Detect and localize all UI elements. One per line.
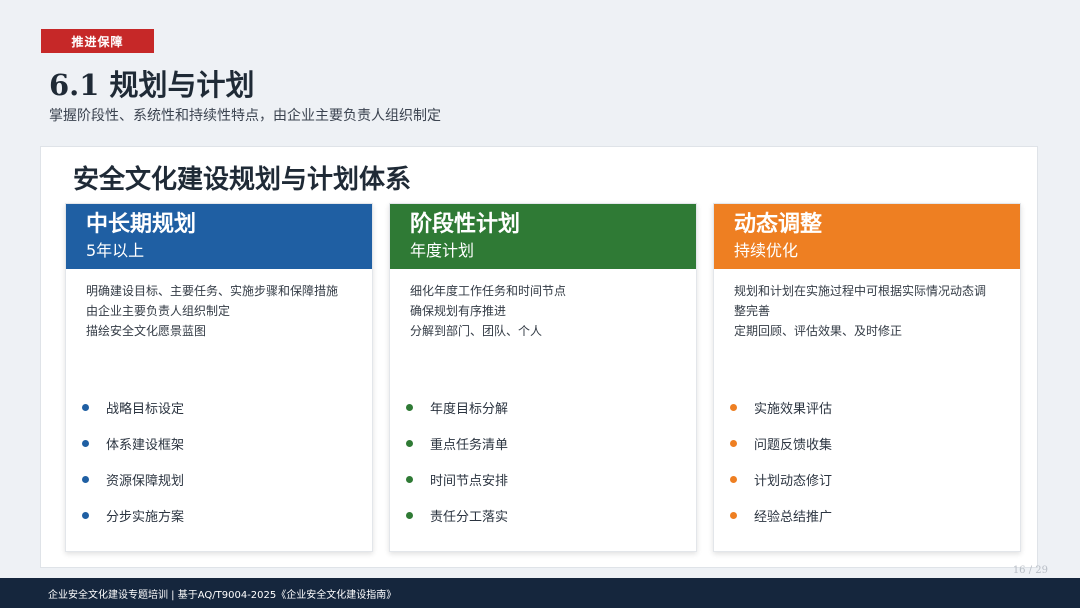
list-item: 重点任务清单 (406, 425, 508, 461)
card-title: 阶段性计划 (410, 211, 521, 237)
bullet-dot-icon (406, 403, 413, 411)
list-item-label: 经验总结推广 (754, 509, 833, 525)
bullet-list: 实施效果评估 问题反馈收集 计划动态修订 经验总结推广 (730, 389, 832, 533)
bullet-dot-icon (82, 403, 89, 411)
list-item: 体系建设框架 (82, 425, 184, 461)
bullet-dot-icon (730, 475, 737, 483)
list-item: 资源保障规划 (82, 461, 184, 497)
card-header: 阶段性计划 年度计划 (390, 204, 696, 269)
bullet-dot-icon (82, 475, 89, 483)
card-dynamic-adjustment: 动态调整 持续优化 规划和计划在实施过程中可根据实际情况动态调 整完善 定期回顾… (713, 203, 1021, 552)
bullet-dot-icon (730, 403, 737, 411)
desc-line: 确保规划有序推进 (410, 304, 507, 318)
card-phase-plan: 阶段性计划 年度计划 细化年度工作任务和时间节点 确保规划有序推进 分解到部门、… (389, 203, 697, 552)
list-item: 分步实施方案 (82, 497, 184, 533)
bullet-list: 战略目标设定 体系建设框架 资源保障规划 分步实施方案 (82, 389, 184, 533)
list-item: 责任分工落实 (406, 497, 508, 533)
desc-line: 由企业主要负责人组织制定 (86, 304, 231, 318)
list-item-label: 计划动态修订 (754, 473, 833, 489)
footer-text: 企业安全文化建设专题培训 | 基于AQ/T9004-2025《企业安全文化建设指… (48, 589, 397, 601)
page-subtitle: 掌握阶段性、系统性和持续性特点，由企业主要负责人组织制定 (49, 108, 441, 124)
list-item: 战略目标设定 (82, 389, 184, 425)
list-item-label: 年度目标分解 (430, 401, 509, 417)
desc-line: 细化年度工作任务和时间节点 (410, 284, 567, 298)
card-title: 动态调整 (734, 211, 823, 237)
card-header: 动态调整 持续优化 (714, 204, 1020, 269)
desc-line: 规划和计划在实施过程中可根据实际情况动态调 (734, 284, 987, 298)
list-item-label: 问题反馈收集 (754, 437, 833, 453)
bullet-list: 年度目标分解 重点任务清单 时间节点安排 责任分工落实 (406, 389, 508, 533)
bullet-dot-icon (406, 475, 413, 483)
desc-line: 分解到部门、团队、个人 (410, 324, 543, 338)
card-title: 中长期规划 (86, 211, 197, 237)
bullet-dot-icon (82, 439, 89, 447)
desc-line: 描绘安全文化愿景蓝图 (86, 324, 207, 338)
page-title: 6.1 规划与计划 (49, 68, 255, 102)
card-long-term-plan: 中长期规划 5年以上 明确建设目标、主要任务、实施步骤和保障措施 由企业主要负责… (65, 203, 373, 552)
list-item-label: 体系建设框架 (106, 437, 185, 453)
desc-line: 整完善 (734, 304, 771, 318)
card-description: 明确建设目标、主要任务、实施步骤和保障措施 由企业主要负责人组织制定 描绘安全文… (66, 269, 372, 341)
desc-line: 定期回顾、评估效果、及时修正 (734, 324, 903, 338)
card-subtitle: 年度计划 (410, 241, 475, 260)
card-header: 中长期规划 5年以上 (66, 204, 372, 269)
list-item: 计划动态修订 (730, 461, 832, 497)
bullet-dot-icon (82, 511, 89, 519)
section-tag: 推进保障 (41, 29, 154, 53)
panel-title: 安全文化建设规划与计划体系 (73, 165, 412, 195)
list-item-label: 实施效果评估 (754, 401, 833, 417)
list-item: 时间节点安排 (406, 461, 508, 497)
card-description: 规划和计划在实施过程中可根据实际情况动态调 整完善 定期回顾、评估效果、及时修正 (714, 269, 1020, 341)
content-panel: 安全文化建设规划与计划体系 中长期规划 5年以上 明确建设目标、主要任务、实施步… (40, 146, 1038, 568)
bullet-dot-icon (730, 511, 737, 519)
list-item: 问题反馈收集 (730, 425, 832, 461)
card-subtitle: 持续优化 (734, 241, 799, 260)
list-item: 实施效果评估 (730, 389, 832, 425)
list-item: 年度目标分解 (406, 389, 508, 425)
bullet-dot-icon (406, 439, 413, 447)
list-item-label: 资源保障规划 (106, 473, 185, 489)
bullet-dot-icon (406, 511, 413, 519)
bullet-dot-icon (730, 439, 737, 447)
list-item-label: 责任分工落实 (430, 509, 509, 525)
footer-bar: 企业安全文化建设专题培训 | 基于AQ/T9004-2025《企业安全文化建设指… (0, 578, 1080, 608)
page-number: 16 / 29 (1012, 565, 1048, 576)
card-subtitle: 5年以上 (86, 241, 145, 260)
card-description: 细化年度工作任务和时间节点 确保规划有序推进 分解到部门、团队、个人 (390, 269, 696, 341)
list-item-label: 时间节点安排 (430, 473, 509, 489)
desc-line: 明确建设目标、主要任务、实施步骤和保障措施 (86, 284, 339, 298)
list-item-label: 分步实施方案 (106, 509, 185, 525)
list-item-label: 战略目标设定 (106, 401, 185, 417)
list-item: 经验总结推广 (730, 497, 832, 533)
list-item-label: 重点任务清单 (430, 437, 509, 453)
